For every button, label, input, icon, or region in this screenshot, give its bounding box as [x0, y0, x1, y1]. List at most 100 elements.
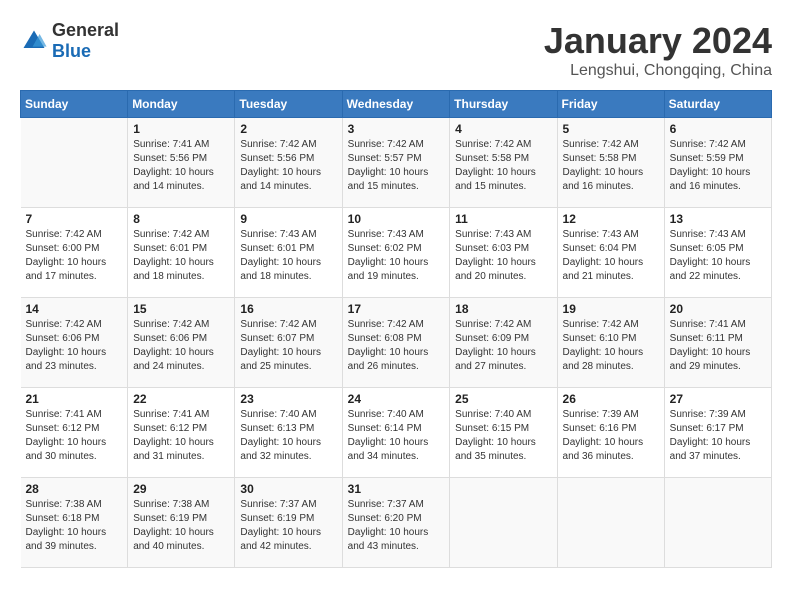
day-number: 7	[26, 212, 123, 226]
calendar-cell: 31 Sunrise: 7:37 AM Sunset: 6:20 PM Dayli…	[342, 478, 450, 568]
day-detail: Sunrise: 7:39 AM Sunset: 6:17 PM Dayligh…	[670, 408, 766, 464]
week-row-1: 1 Sunrise: 7:41 AM Sunset: 5:56 PM Daylig…	[21, 118, 772, 208]
day-number: 27	[670, 392, 766, 406]
column-header-tuesday: Tuesday	[235, 91, 342, 118]
day-detail: Sunrise: 7:37 AM Sunset: 6:20 PM Dayligh…	[348, 498, 445, 554]
day-number: 23	[240, 392, 336, 406]
day-detail: Sunrise: 7:38 AM Sunset: 6:18 PM Dayligh…	[26, 498, 123, 554]
day-detail: Sunrise: 7:42 AM Sunset: 6:07 PM Dayligh…	[240, 318, 336, 374]
calendar-cell: 5 Sunrise: 7:42 AM Sunset: 5:58 PM Daylig…	[557, 118, 664, 208]
calendar-cell: 15Sunrise: 7:42 AM Sunset: 6:06 PM Dayli…	[128, 298, 235, 388]
day-number: 15	[133, 302, 229, 316]
day-number: 3	[348, 122, 445, 136]
calendar-cell: 26Sunrise: 7:39 AM Sunset: 6:16 PM Dayli…	[557, 388, 664, 478]
day-detail: Sunrise: 7:41 AM Sunset: 6:12 PM Dayligh…	[26, 408, 123, 464]
day-detail: Sunrise: 7:42 AM Sunset: 6:06 PM Dayligh…	[26, 318, 123, 374]
day-number: 14	[26, 302, 123, 316]
day-detail: Sunrise: 7:42 AM Sunset: 5:56 PM Dayligh…	[240, 138, 336, 194]
calendar-cell	[450, 478, 557, 568]
calendar-cell	[557, 478, 664, 568]
day-detail: Sunrise: 7:42 AM Sunset: 6:10 PM Dayligh…	[563, 318, 659, 374]
day-number: 17	[348, 302, 445, 316]
day-number: 28	[26, 482, 123, 496]
day-number: 10	[348, 212, 445, 226]
day-detail: Sunrise: 7:41 AM Sunset: 6:11 PM Dayligh…	[670, 318, 766, 374]
calendar-cell: 4 Sunrise: 7:42 AM Sunset: 5:58 PM Daylig…	[450, 118, 557, 208]
day-detail: Sunrise: 7:41 AM Sunset: 5:56 PM Dayligh…	[133, 138, 229, 194]
day-number: 26	[563, 392, 659, 406]
page-title: January 2024	[544, 20, 772, 62]
page-header: General Blue January 2024 Lengshui, Chon…	[20, 20, 772, 80]
calendar-cell: 10 Sunrise: 7:43 AM Sunset: 6:02 PM Dayli…	[342, 208, 450, 298]
week-row-5: 28 Sunrise: 7:38 AM Sunset: 6:18 PM Dayli…	[21, 478, 772, 568]
day-detail: Sunrise: 7:42 AM Sunset: 5:58 PM Dayligh…	[563, 138, 659, 194]
logo: General Blue	[20, 20, 119, 62]
column-header-thursday: Thursday	[450, 91, 557, 118]
calendar-cell: 13 Sunrise: 7:43 AM Sunset: 6:05 PM Dayli…	[664, 208, 771, 298]
day-detail: Sunrise: 7:42 AM Sunset: 5:59 PM Dayligh…	[670, 138, 766, 194]
calendar-cell: 18Sunrise: 7:42 AM Sunset: 6:09 PM Dayli…	[450, 298, 557, 388]
day-detail: Sunrise: 7:42 AM Sunset: 6:08 PM Dayligh…	[348, 318, 445, 374]
day-detail: Sunrise: 7:40 AM Sunset: 6:15 PM Dayligh…	[455, 408, 551, 464]
day-detail: Sunrise: 7:43 AM Sunset: 6:03 PM Dayligh…	[455, 228, 551, 284]
calendar-cell	[664, 478, 771, 568]
calendar-cell: 23Sunrise: 7:40 AM Sunset: 6:13 PM Dayli…	[235, 388, 342, 478]
day-detail: Sunrise: 7:42 AM Sunset: 5:58 PM Dayligh…	[455, 138, 551, 194]
day-number: 18	[455, 302, 551, 316]
day-number: 25	[455, 392, 551, 406]
logo-text-general: General	[52, 20, 119, 40]
day-number: 12	[563, 212, 659, 226]
day-number: 11	[455, 212, 551, 226]
calendar-cell: 12Sunrise: 7:43 AM Sunset: 6:04 PM Dayli…	[557, 208, 664, 298]
calendar-cell: 7 Sunrise: 7:42 AM Sunset: 6:00 PM Daylig…	[21, 208, 128, 298]
calendar-cell: 16 Sunrise: 7:42 AM Sunset: 6:07 PM Dayli…	[235, 298, 342, 388]
title-block: January 2024 Lengshui, Chongqing, China	[544, 20, 772, 80]
day-number: 19	[563, 302, 659, 316]
day-detail: Sunrise: 7:43 AM Sunset: 6:05 PM Dayligh…	[670, 228, 766, 284]
day-number: 16	[240, 302, 336, 316]
calendar-cell	[21, 118, 128, 208]
day-number: 29	[133, 482, 229, 496]
calendar-cell: 27 Sunrise: 7:39 AM Sunset: 6:17 PM Dayli…	[664, 388, 771, 478]
day-number: 20	[670, 302, 766, 316]
calendar-cell: 11 Sunrise: 7:43 AM Sunset: 6:03 PM Dayli…	[450, 208, 557, 298]
week-row-4: 21 Sunrise: 7:41 AM Sunset: 6:12 PM Dayli…	[21, 388, 772, 478]
day-number: 5	[563, 122, 659, 136]
calendar-cell: 9Sunrise: 7:43 AM Sunset: 6:01 PM Daylig…	[235, 208, 342, 298]
calendar-header: SundayMondayTuesdayWednesdayThursdayFrid…	[21, 91, 772, 118]
calendar-cell: 17 Sunrise: 7:42 AM Sunset: 6:08 PM Dayli…	[342, 298, 450, 388]
day-number: 24	[348, 392, 445, 406]
calendar-cell: 19 Sunrise: 7:42 AM Sunset: 6:10 PM Dayli…	[557, 298, 664, 388]
day-detail: Sunrise: 7:40 AM Sunset: 6:14 PM Dayligh…	[348, 408, 445, 464]
day-detail: Sunrise: 7:43 AM Sunset: 6:02 PM Dayligh…	[348, 228, 445, 284]
calendar-cell: 8 Sunrise: 7:42 AM Sunset: 6:01 PM Daylig…	[128, 208, 235, 298]
calendar-cell: 22Sunrise: 7:41 AM Sunset: 6:12 PM Dayli…	[128, 388, 235, 478]
day-number: 8	[133, 212, 229, 226]
day-number: 21	[26, 392, 123, 406]
calendar-cell: 6 Sunrise: 7:42 AM Sunset: 5:59 PM Daylig…	[664, 118, 771, 208]
location-subtitle: Lengshui, Chongqing, China	[544, 62, 772, 80]
header-row: SundayMondayTuesdayWednesdayThursdayFrid…	[21, 91, 772, 118]
day-detail: Sunrise: 7:42 AM Sunset: 6:01 PM Dayligh…	[133, 228, 229, 284]
day-detail: Sunrise: 7:41 AM Sunset: 6:12 PM Dayligh…	[133, 408, 229, 464]
day-number: 31	[348, 482, 445, 496]
day-detail: Sunrise: 7:37 AM Sunset: 6:19 PM Dayligh…	[240, 498, 336, 554]
column-header-saturday: Saturday	[664, 91, 771, 118]
day-number: 4	[455, 122, 551, 136]
day-detail: Sunrise: 7:42 AM Sunset: 6:00 PM Dayligh…	[26, 228, 123, 284]
calendar-cell: 30 Sunrise: 7:37 AM Sunset: 6:19 PM Dayli…	[235, 478, 342, 568]
day-number: 30	[240, 482, 336, 496]
calendar-cell: 20 Sunrise: 7:41 AM Sunset: 6:11 PM Dayli…	[664, 298, 771, 388]
day-number: 13	[670, 212, 766, 226]
day-number: 6	[670, 122, 766, 136]
day-number: 1	[133, 122, 229, 136]
day-number: 2	[240, 122, 336, 136]
column-header-friday: Friday	[557, 91, 664, 118]
week-row-3: 14 Sunrise: 7:42 AM Sunset: 6:06 PM Dayli…	[21, 298, 772, 388]
calendar-cell: 1 Sunrise: 7:41 AM Sunset: 5:56 PM Daylig…	[128, 118, 235, 208]
day-number: 9	[240, 212, 336, 226]
calendar-cell: 29Sunrise: 7:38 AM Sunset: 6:19 PM Dayli…	[128, 478, 235, 568]
day-detail: Sunrise: 7:42 AM Sunset: 5:57 PM Dayligh…	[348, 138, 445, 194]
calendar-cell: 3 Sunrise: 7:42 AM Sunset: 5:57 PM Daylig…	[342, 118, 450, 208]
calendar-cell: 24 Sunrise: 7:40 AM Sunset: 6:14 PM Dayli…	[342, 388, 450, 478]
